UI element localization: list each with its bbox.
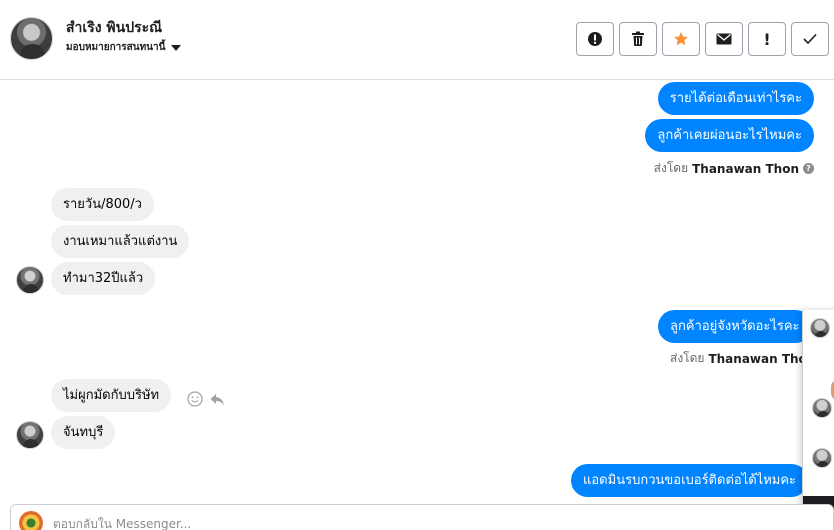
chat-avatar[interactable] <box>812 398 832 418</box>
reply-input[interactable] <box>53 517 753 530</box>
message-bubble-incoming[interactable]: จันทบุรี <box>51 416 116 449</box>
mark-done-button[interactable] <box>791 22 829 56</box>
sent-by-prefix: ส่งโดย <box>670 351 705 365</box>
check-icon <box>803 33 817 45</box>
star-icon <box>674 32 688 46</box>
emoji-reaction-icon[interactable] <box>187 391 203 407</box>
exclamation-icon: ! <box>763 29 771 49</box>
sent-by-name: Thanawan Thon <box>708 351 816 366</box>
message-actions <box>187 391 225 407</box>
assign-conversation-dropdown[interactable]: มอบหมายการสนทนานี้ <box>66 40 182 55</box>
chat-avatar[interactable] <box>810 318 830 338</box>
message-bubble-incoming[interactable]: รายวัน/800/ว <box>51 188 154 221</box>
chat-sidebar-panel[interactable] <box>802 310 834 530</box>
reply-icon[interactable] <box>209 391 225 407</box>
caret-down-icon <box>171 44 182 51</box>
message-bubble-outgoing[interactable]: แอดมินรบกวนขอเบอร์ติดต่อได้ไหมคะ <box>571 464 809 497</box>
conversation-header: สำเริง พินประณี มอบหมายการสนทนานี้ ! <box>0 0 834 80</box>
assign-conversation-label: มอบหมายการสนทนานี้ <box>66 42 166 53</box>
question-icon[interactable]: ? <box>803 163 814 174</box>
trash-icon <box>632 31 644 46</box>
mark-unread-button[interactable] <box>705 22 743 56</box>
message-bubble-outgoing[interactable]: ลูกค้าเคยผ่อนอะไรไหมคะ <box>645 119 814 152</box>
message-bubble-incoming[interactable]: ทำมา32ปีแล้ว <box>51 262 156 295</box>
message-bubble-incoming[interactable]: ไม่ผูกมัดกับบริษัท <box>51 379 172 412</box>
star-button[interactable] <box>662 22 700 56</box>
reply-composer <box>10 504 834 530</box>
chat-avatar[interactable] <box>812 448 832 468</box>
spam-icon <box>588 32 602 46</box>
message-bubble-outgoing[interactable]: รายได้ต่อเดือนเท่าไรคะ <box>657 82 814 115</box>
message-bubble-outgoing[interactable]: ลูกค้าอยู่จังหวัดอะไรคะ <box>658 310 812 343</box>
page-avatar <box>19 511 43 530</box>
delete-button[interactable] <box>619 22 657 56</box>
sent-by-name: Thanawan Thon <box>692 161 799 176</box>
mark-spam-button[interactable] <box>576 22 614 56</box>
sender-avatar[interactable] <box>16 421 44 449</box>
message-bubble-incoming[interactable]: งานเหมาแล้วแต่งาน <box>51 225 190 258</box>
contact-avatar[interactable] <box>10 17 53 60</box>
sent-by-label: ส่งโดย Thanawan Thon ? <box>654 159 814 178</box>
message-thread[interactable]: รายได้ต่อเดือนเท่าไรคะ ลูกค้าเคยผ่อนอะไร… <box>0 80 834 500</box>
sender-avatar[interactable] <box>16 266 44 294</box>
mark-important-button[interactable]: ! <box>748 22 786 56</box>
conversation-actions: ! <box>576 22 829 56</box>
sent-by-prefix: ส่งโดย <box>653 161 689 175</box>
contact-name[interactable]: สำเริง พินประณี <box>66 17 162 39</box>
envelope-icon <box>716 33 732 45</box>
sent-by-label: ส่งโดย Thanawan Thon <box>670 349 815 368</box>
